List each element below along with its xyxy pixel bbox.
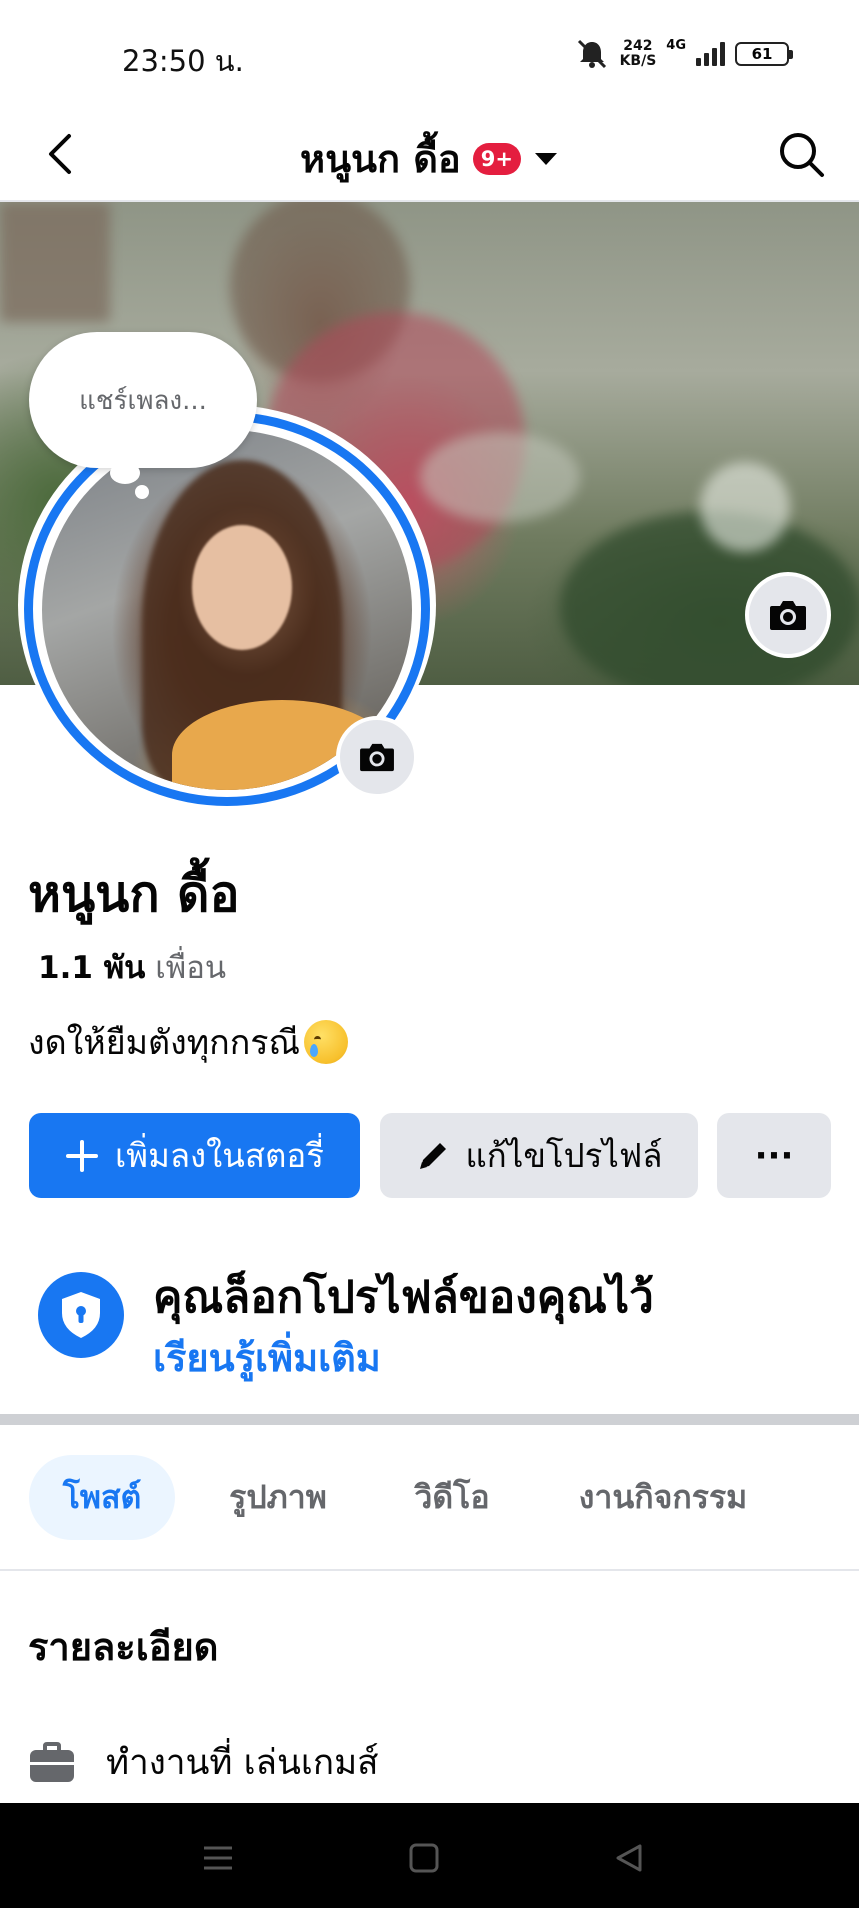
friends-label: เพื่อน bbox=[155, 950, 227, 986]
recent-apps-button[interactable] bbox=[193, 1833, 243, 1883]
back-triangle-icon bbox=[616, 1844, 642, 1872]
network-type: 4G bbox=[666, 38, 686, 53]
section-divider bbox=[0, 1414, 859, 1425]
home-button[interactable] bbox=[399, 1833, 449, 1883]
caret-down-icon bbox=[534, 152, 557, 165]
profile-tabs: โพสต์ รูปภาพ วิดีโอ งานกิจกรรม bbox=[0, 1455, 859, 1540]
profile-bio: งดให้ยืมตังทุกกรณี bbox=[28, 1015, 349, 1069]
edit-profile-button[interactable]: แก้ไขโปรไฟล์ bbox=[380, 1113, 698, 1198]
add-to-story-button[interactable]: เพิ่มลงในสตอรี่ bbox=[29, 1113, 360, 1198]
camera-icon bbox=[770, 601, 806, 630]
net-speed-value: 242 bbox=[623, 38, 653, 54]
profile-lock-badge bbox=[38, 1272, 124, 1358]
learn-more-link[interactable]: เรียนรู้เพิ่มเติม bbox=[153, 1327, 381, 1388]
friends-number: 1.1 พัน bbox=[38, 950, 146, 986]
camera-icon bbox=[360, 743, 394, 772]
profile-switcher[interactable]: หนูนก ดื้อ 9+ bbox=[0, 128, 859, 189]
status-bar: 23:50 น. 242 KB/S 4G 61 bbox=[0, 0, 859, 110]
tab-events[interactable]: งานกิจกรรม bbox=[548, 1455, 778, 1540]
net-speed: 242 KB/S bbox=[620, 39, 657, 69]
search-icon bbox=[780, 133, 824, 177]
battery-icon: 61 bbox=[735, 42, 793, 66]
pencil-icon bbox=[419, 1142, 446, 1169]
menu-icon bbox=[204, 1846, 232, 1870]
work-text: ทำงานที่ เล่นเกมส์ bbox=[106, 1743, 379, 1783]
add-to-story-label: เพิ่มลงในสตอรี่ bbox=[115, 1136, 324, 1175]
plus-icon bbox=[66, 1139, 99, 1172]
shield-lock-icon bbox=[62, 1292, 100, 1338]
nav-title: หนูนก ดื้อ bbox=[300, 137, 461, 181]
lock-notice-title: คุณล็อกโปรไฟล์ของคุณไว้ bbox=[153, 1272, 654, 1323]
system-nav-bar bbox=[0, 1803, 859, 1908]
top-nav: หนูนก ดื้อ 9+ bbox=[0, 110, 859, 202]
cover-camera-button[interactable] bbox=[745, 572, 831, 658]
profile-name: หนูนก ดื้อ bbox=[28, 865, 240, 923]
notification-badge: 9+ bbox=[472, 142, 521, 175]
more-options-button[interactable]: ··· bbox=[717, 1113, 831, 1198]
note-bubble-tail bbox=[110, 462, 140, 484]
net-speed-unit: KB/S bbox=[619, 53, 657, 69]
note-bubble[interactable]: แชร์เพลง... bbox=[29, 332, 257, 468]
tab-posts[interactable]: โพสต์ bbox=[29, 1455, 175, 1540]
search-button[interactable] bbox=[773, 126, 829, 182]
edit-profile-label: แก้ไขโปรไฟล์ bbox=[465, 1136, 663, 1175]
mute-bell-icon bbox=[577, 39, 606, 69]
tab-videos[interactable]: วิดีโอ bbox=[390, 1455, 514, 1540]
home-square-icon bbox=[409, 1843, 439, 1873]
friends-count[interactable]: 1.1 พัน เพื่อน bbox=[38, 942, 226, 992]
bio-text: งดให้ยืมตังทุกกรณี bbox=[28, 1023, 301, 1063]
tab-photos[interactable]: รูปภาพ bbox=[205, 1455, 351, 1540]
battery-level: 61 bbox=[751, 45, 773, 63]
smiling-tear-emoji-icon bbox=[304, 1020, 349, 1064]
status-icons: 242 KB/S 4G 61 bbox=[574, 38, 793, 70]
details-title: รายละเอียด bbox=[28, 1625, 219, 1669]
signal-icon bbox=[696, 42, 725, 66]
note-bubble-text: แชร์เพลง... bbox=[79, 385, 207, 416]
avatar-camera-button[interactable] bbox=[336, 716, 418, 798]
back-system-button[interactable] bbox=[604, 1833, 654, 1883]
briefcase-icon bbox=[30, 1741, 74, 1782]
status-time: 23:50 น. bbox=[122, 44, 244, 78]
more-options-label: ··· bbox=[754, 1135, 794, 1176]
note-bubble-tail-small bbox=[135, 485, 149, 499]
tabs-divider bbox=[0, 1569, 859, 1571]
work-detail-row: ทำงานที่ เล่นเกมส์ bbox=[28, 1735, 379, 1790]
